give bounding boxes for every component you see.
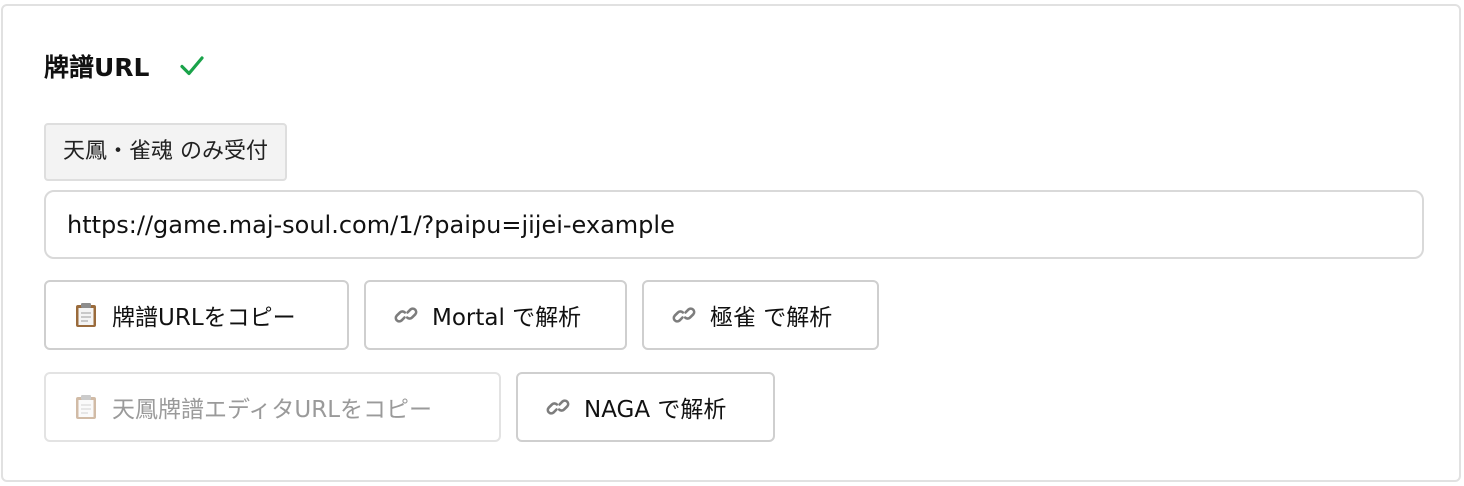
analyze-mortal-label: Mortal で解析 [432,305,582,331]
copy-tenhou-editor-url-button[interactable]: 天鳳牌譜エディタURLをコピー [44,372,501,442]
copy-tenhou-editor-url-label: 天鳳牌譜エディタURLをコピー [112,397,433,423]
analyze-jantama-button[interactable]: 極雀 で解析 [642,280,879,350]
section-header: 牌譜URL [44,46,205,86]
analyze-jantama-label: 極雀 で解析 [710,305,833,331]
copy-paifu-url-label: 牌譜URLをコピー [112,305,296,331]
section-title: 牌譜URL [44,53,150,82]
link-icon [394,302,418,328]
link-icon [672,302,696,328]
check-icon [179,53,205,79]
analyze-naga-label: NAGA で解析 [584,397,727,423]
analyze-naga-button[interactable]: NAGA で解析 [516,372,775,442]
clipboard-icon [74,394,98,420]
link-icon [546,394,570,420]
copy-paifu-url-button[interactable]: 牌譜URLをコピー [44,280,349,350]
analyze-mortal-button[interactable]: Mortal で解析 [364,280,627,350]
paifu-url-input[interactable] [44,190,1424,259]
clipboard-icon [74,302,98,328]
accepted-sources-badge: 天鳳・雀魂 のみ受付 [44,123,287,181]
paifu-url-card: 牌譜URL 天鳳・雀魂 のみ受付 牌譜URLをコピー [1,4,1461,482]
